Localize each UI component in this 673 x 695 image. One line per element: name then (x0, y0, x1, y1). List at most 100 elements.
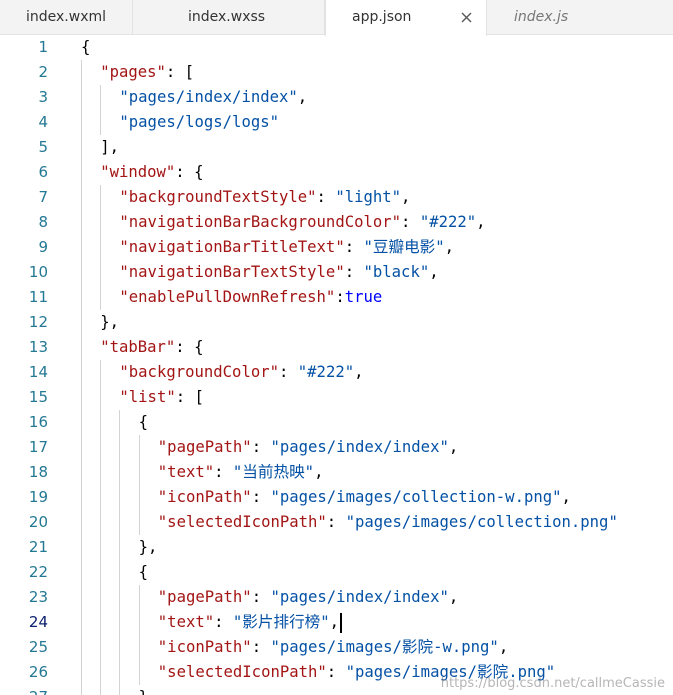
code-token: : (279, 363, 298, 381)
code-line[interactable]: 16 { (0, 410, 673, 435)
tab-index-wxml[interactable]: index.wxml (0, 0, 133, 35)
indent-guide (81, 85, 82, 110)
code-text: "pages/index/index", (119, 85, 307, 110)
code-line[interactable]: 9 "navigationBarTitleText": "豆瓣电影", (0, 235, 673, 260)
line-number: 18 (28, 463, 48, 481)
code-token: "pages/index/index" (270, 588, 449, 606)
code-line[interactable]: 4 "pages/logs/logs" (0, 110, 673, 135)
tab-app-json[interactable]: app.json (325, 0, 487, 36)
code-line[interactable]: 19 "iconPath": "pages/images/collection-w… (0, 485, 673, 510)
indent-guide (139, 610, 140, 635)
code-line[interactable]: 21}, (0, 535, 673, 560)
tab-label: index.wxml (26, 9, 107, 25)
code-token: : (251, 638, 271, 656)
code-token: }, (138, 538, 158, 556)
indent-guide (100, 410, 101, 435)
indent-guide (81, 485, 82, 510)
code-token: "iconPath" (157, 638, 252, 656)
line-number: 16 (28, 413, 48, 431)
code-line[interactable]: 2 "pages": [ (0, 60, 673, 85)
tab-index-wxss[interactable]: index.wxss (133, 0, 325, 35)
code-token: "list" (119, 388, 176, 406)
line-number: 19 (28, 488, 48, 506)
code-line[interactable]: 17 "pagePath": "pages/index/index", (0, 435, 673, 460)
line-number: 26 (28, 663, 48, 681)
code-token: : (401, 213, 420, 231)
code-token: "selectedIconPath" (157, 513, 327, 531)
code-line[interactable]: 18 "text": "当前热映", (0, 460, 673, 485)
tab-index-js[interactable]: index.js (487, 0, 673, 35)
code-text: "text": "影片排行榜", (158, 610, 339, 635)
code-line[interactable]: 15 "list": [ (0, 385, 673, 410)
code-text: }, (139, 535, 158, 560)
code-line[interactable]: 12}, (0, 310, 673, 335)
indent-guide (139, 510, 140, 535)
line-number: 22 (28, 563, 48, 581)
indent-guide (100, 385, 101, 410)
code-line[interactable]: 24 "text": "影片排行榜", (0, 610, 673, 635)
indent-guide (139, 460, 140, 485)
indent-guide (81, 460, 82, 485)
code-token: "text" (157, 613, 215, 631)
indent-guide (100, 560, 101, 585)
code-text: "enablePullDownRefresh":true (119, 285, 382, 310)
indent-guide (81, 60, 82, 85)
code-token: , (561, 488, 571, 506)
code-token: : { (175, 163, 204, 181)
code-line[interactable]: 25 "iconPath": "pages/images/影院-w.png", (0, 635, 673, 660)
line-number: 20 (28, 513, 48, 531)
line-number: 1 (38, 38, 48, 56)
code-token: , (448, 588, 459, 606)
code-text: } (139, 685, 148, 695)
code-line[interactable]: 5], (0, 135, 673, 160)
code-text: "selectedIconPath": "pages/images/collec… (158, 510, 618, 535)
indent-guide (100, 185, 101, 210)
code-token: "pages" (100, 63, 166, 81)
code-token: "backgroundTextStyle" (119, 188, 317, 206)
indent-guide (81, 235, 82, 260)
indent-guide (81, 410, 82, 435)
code-token: "tabBar" (100, 338, 176, 356)
indent-guide (81, 385, 82, 410)
code-line[interactable]: 13 "tabBar": { (0, 335, 673, 360)
code-editor[interactable]: index.wxml index.wxss app.json index.js … (0, 0, 673, 695)
code-token: "navigationBarTitleText" (119, 238, 345, 256)
code-line[interactable]: 14 "backgroundColor": "#222", (0, 360, 673, 385)
indent-guide (100, 535, 101, 560)
code-token: : (251, 488, 271, 506)
code-text: "pages/logs/logs" (119, 110, 279, 135)
code-area[interactable]: 1{2 "pages": [3 "pages/index/index", 4 "page… (0, 35, 673, 695)
code-line[interactable]: 6 "window": { (0, 160, 673, 185)
code-line[interactable]: 20 "selectedIconPath": "pages/images/coll… (0, 510, 673, 535)
code-token: "selectedIconPath" (157, 663, 327, 681)
code-token: "backgroundColor" (119, 363, 279, 381)
code-line[interactable]: 11 "enablePullDownRefresh":true (0, 285, 673, 310)
code-token: , (429, 263, 439, 281)
code-text: "backgroundColor": "#222", (119, 360, 363, 385)
code-token: , (476, 213, 486, 231)
code-text: "navigationBarTitleText": "豆瓣电影", (119, 235, 454, 260)
indent-guide (81, 660, 82, 685)
code-text: "iconPath": "pages/images/影院-w.png", (158, 635, 508, 660)
code-line[interactable]: 10 "navigationBarTextStyle": "black", (0, 260, 673, 285)
code-line[interactable]: 7 "backgroundTextStyle": "light", (0, 185, 673, 210)
code-token: : (251, 438, 271, 456)
line-number: 21 (28, 538, 48, 556)
code-text: "list": [ (119, 385, 204, 410)
line-number: 12 (28, 313, 48, 331)
indent-guide (100, 260, 101, 285)
code-line[interactable]: 3 "pages/index/index", (0, 85, 673, 110)
indent-guide (100, 110, 101, 135)
code-line[interactable]: 8 "navigationBarBackgroundColor": "#222", (0, 210, 673, 235)
code-token: : (344, 263, 364, 281)
code-line[interactable]: 23 "pagePath": "pages/index/index", (0, 585, 673, 610)
indent-guide (119, 410, 120, 435)
close-icon[interactable] (460, 11, 473, 24)
indent-guide (81, 585, 82, 610)
code-token: , (297, 88, 308, 106)
indent-guide (81, 310, 82, 335)
indent-guide (81, 185, 82, 210)
code-text: ], (100, 135, 119, 160)
code-line[interactable]: 1{ (0, 35, 673, 60)
code-line[interactable]: 22 { (0, 560, 673, 585)
